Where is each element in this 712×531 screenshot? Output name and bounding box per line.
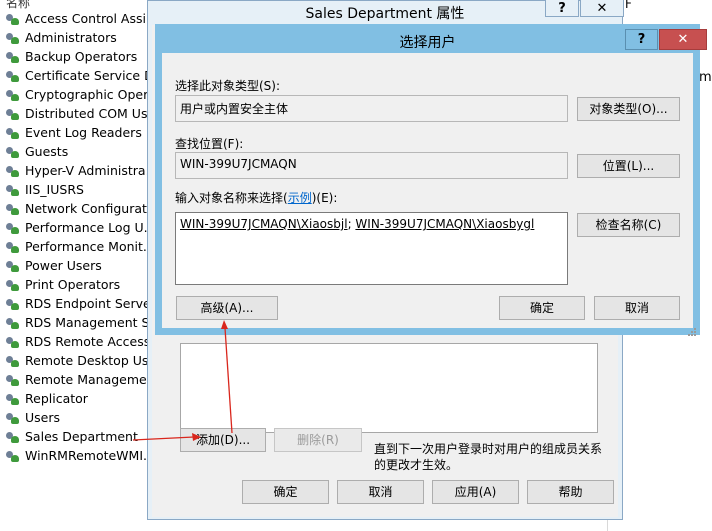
arrow-sales-to-add: [132, 436, 195, 441]
arrowhead-add-icon: [192, 433, 201, 441]
annotation-arrows: [132, 320, 233, 441]
arrowhead-advanced-icon: [221, 320, 228, 329]
arrow-add-to-advanced: [224, 327, 233, 434]
